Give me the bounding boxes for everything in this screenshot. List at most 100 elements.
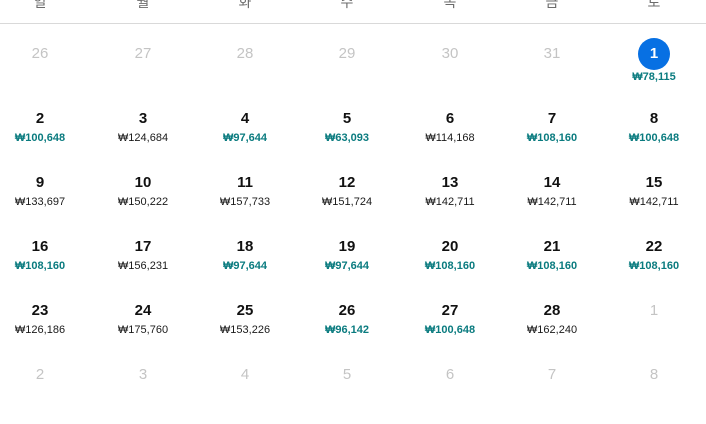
calendar-day[interactable]: 11 ₩157,733 (194, 172, 296, 232)
day-number: 15 (645, 174, 663, 191)
day-price: ₩142,711 (629, 196, 679, 208)
calendar-day[interactable]: 25 ₩153,226 (194, 300, 296, 360)
day-number: 10 (134, 174, 152, 191)
day-price: ₩151,724 (321, 196, 373, 208)
calendar-day[interactable]: 28 ₩162,240 (501, 300, 603, 360)
calendar-day[interactable]: 9 ₩133,697 (0, 172, 91, 232)
calendar-day-outside-month: 6 (399, 364, 501, 424)
day-price: ₩153,226 (219, 324, 271, 336)
calendar-day-outside-month: 26 (0, 43, 91, 103)
day-number: 7 (547, 366, 557, 383)
calendar-day[interactable]: 2 ₩100,648 (0, 108, 91, 168)
day-price: ₩175,760 (117, 324, 169, 336)
weekday-label: 일 (33, 0, 47, 10)
calendar-day[interactable]: 27 ₩100,648 (399, 300, 501, 360)
calendar-day[interactable]: 3 ₩124,684 (92, 108, 194, 168)
calendar-day[interactable]: 10 ₩150,222 (92, 172, 194, 232)
day-number: 23 (31, 302, 49, 319)
calendar-day[interactable]: 15 ₩142,711 (603, 172, 705, 232)
day-number: 20 (441, 238, 459, 255)
weekday-label: 월 (136, 0, 150, 10)
day-number: 7 (547, 110, 557, 127)
calendar-day-outside-month: 8 (603, 364, 705, 424)
day-number: 25 (236, 302, 254, 319)
day-number: 8 (649, 366, 659, 383)
day-number: 26 (31, 45, 49, 62)
day-price-low: ₩108,160 (14, 260, 66, 272)
day-number: 24 (134, 302, 152, 319)
day-price-low: ₩78,115 (632, 71, 676, 83)
calendar-day[interactable]: 21 ₩108,160 (501, 236, 603, 296)
weekday-label: 토 (647, 0, 661, 10)
day-number: 28 (236, 45, 254, 62)
calendar-day[interactable]: 16 ₩108,160 (0, 236, 91, 296)
day-price: ₩142,711 (425, 196, 475, 208)
day-number: 3 (138, 110, 148, 127)
calendar-day[interactable]: 6 ₩114,168 (399, 108, 501, 168)
day-number: 19 (338, 238, 356, 255)
calendar-day[interactable]: 22 ₩108,160 (603, 236, 705, 296)
calendar-day[interactable]: 5 ₩63,093 (296, 108, 398, 168)
calendar-day[interactable]: 18 ₩97,644 (194, 236, 296, 296)
calendar-day[interactable]: 20 ₩108,160 (399, 236, 501, 296)
calendar-day[interactable]: 8 ₩100,648 (603, 108, 705, 168)
day-number: 8 (649, 110, 659, 127)
weekday-label: 금 (545, 0, 559, 10)
day-number: 4 (240, 110, 250, 127)
day-price: ₩157,733 (219, 196, 271, 208)
day-number: 27 (441, 302, 459, 319)
calendar-day-outside-month: 5 (296, 364, 398, 424)
calendar-day-outside-month: 29 (296, 43, 398, 103)
day-price-low: ₩97,644 (222, 260, 268, 272)
day-number: 31 (543, 45, 561, 62)
day-price: ₩126,186 (14, 324, 66, 336)
day-number: 11 (237, 174, 253, 191)
day-number: 17 (134, 238, 152, 255)
calendar-day-outside-month: 2 (0, 364, 91, 424)
day-number: 27 (134, 45, 152, 62)
day-number: 2 (35, 366, 45, 383)
calendar-day-outside-month: 7 (501, 364, 603, 424)
calendar-day-outside-month: 1 (603, 300, 705, 360)
day-price: ₩156,231 (117, 260, 169, 272)
calendar-day[interactable]: 12 ₩151,724 (296, 172, 398, 232)
calendar-day-outside-month: 27 (92, 43, 194, 103)
calendar-day[interactable]: 26 ₩96,142 (296, 300, 398, 360)
day-number: 16 (31, 238, 49, 255)
calendar-day[interactable]: 24 ₩175,760 (92, 300, 194, 360)
day-price-low: ₩108,160 (526, 260, 578, 272)
day-price: ₩150,222 (117, 196, 169, 208)
calendar-day[interactable]: 23 ₩126,186 (0, 300, 91, 360)
day-number: 21 (543, 238, 561, 255)
day-number: 5 (342, 110, 352, 127)
calendar-day[interactable]: 17 ₩156,231 (92, 236, 194, 296)
day-price-low: ₩63,093 (324, 132, 370, 144)
day-number: 2 (35, 110, 45, 127)
calendar-day-outside-month: 31 (501, 43, 603, 103)
day-price-low: ₩108,160 (424, 260, 476, 272)
calendar-day[interactable]: 14 ₩142,711 (501, 172, 603, 232)
day-price-low: ₩108,160 (526, 132, 578, 144)
day-number: 1 (649, 302, 659, 319)
weekday-label: 수 (340, 0, 354, 10)
day-number: 18 (236, 238, 254, 255)
day-number: 22 (645, 238, 663, 255)
day-number: 30 (441, 45, 459, 62)
weekday-header: 일 월 화 수 목 금 토 (0, 0, 706, 24)
day-number: 9 (35, 174, 45, 191)
calendar-day-outside-month: 28 (194, 43, 296, 103)
day-number: 5 (342, 366, 352, 383)
calendar-day[interactable]: 13 ₩142,711 (399, 172, 501, 232)
day-number: 14 (543, 174, 561, 191)
calendar-day[interactable]: 19 ₩97,644 (296, 236, 398, 296)
day-number: 3 (138, 366, 148, 383)
day-price-low: ₩97,644 (222, 132, 268, 144)
calendar-day[interactable]: 7 ₩108,160 (501, 108, 603, 168)
weekday-label: 목 (443, 0, 457, 10)
day-price-low: ₩96,142 (324, 324, 370, 336)
day-price-low: ₩100,648 (14, 132, 66, 144)
day-number: 12 (338, 174, 356, 191)
selected-day-indicator: 1 (638, 38, 670, 70)
calendar-day[interactable]: 1 ₩78,115 (603, 38, 705, 98)
calendar-day[interactable]: 4 ₩97,644 (194, 108, 296, 168)
